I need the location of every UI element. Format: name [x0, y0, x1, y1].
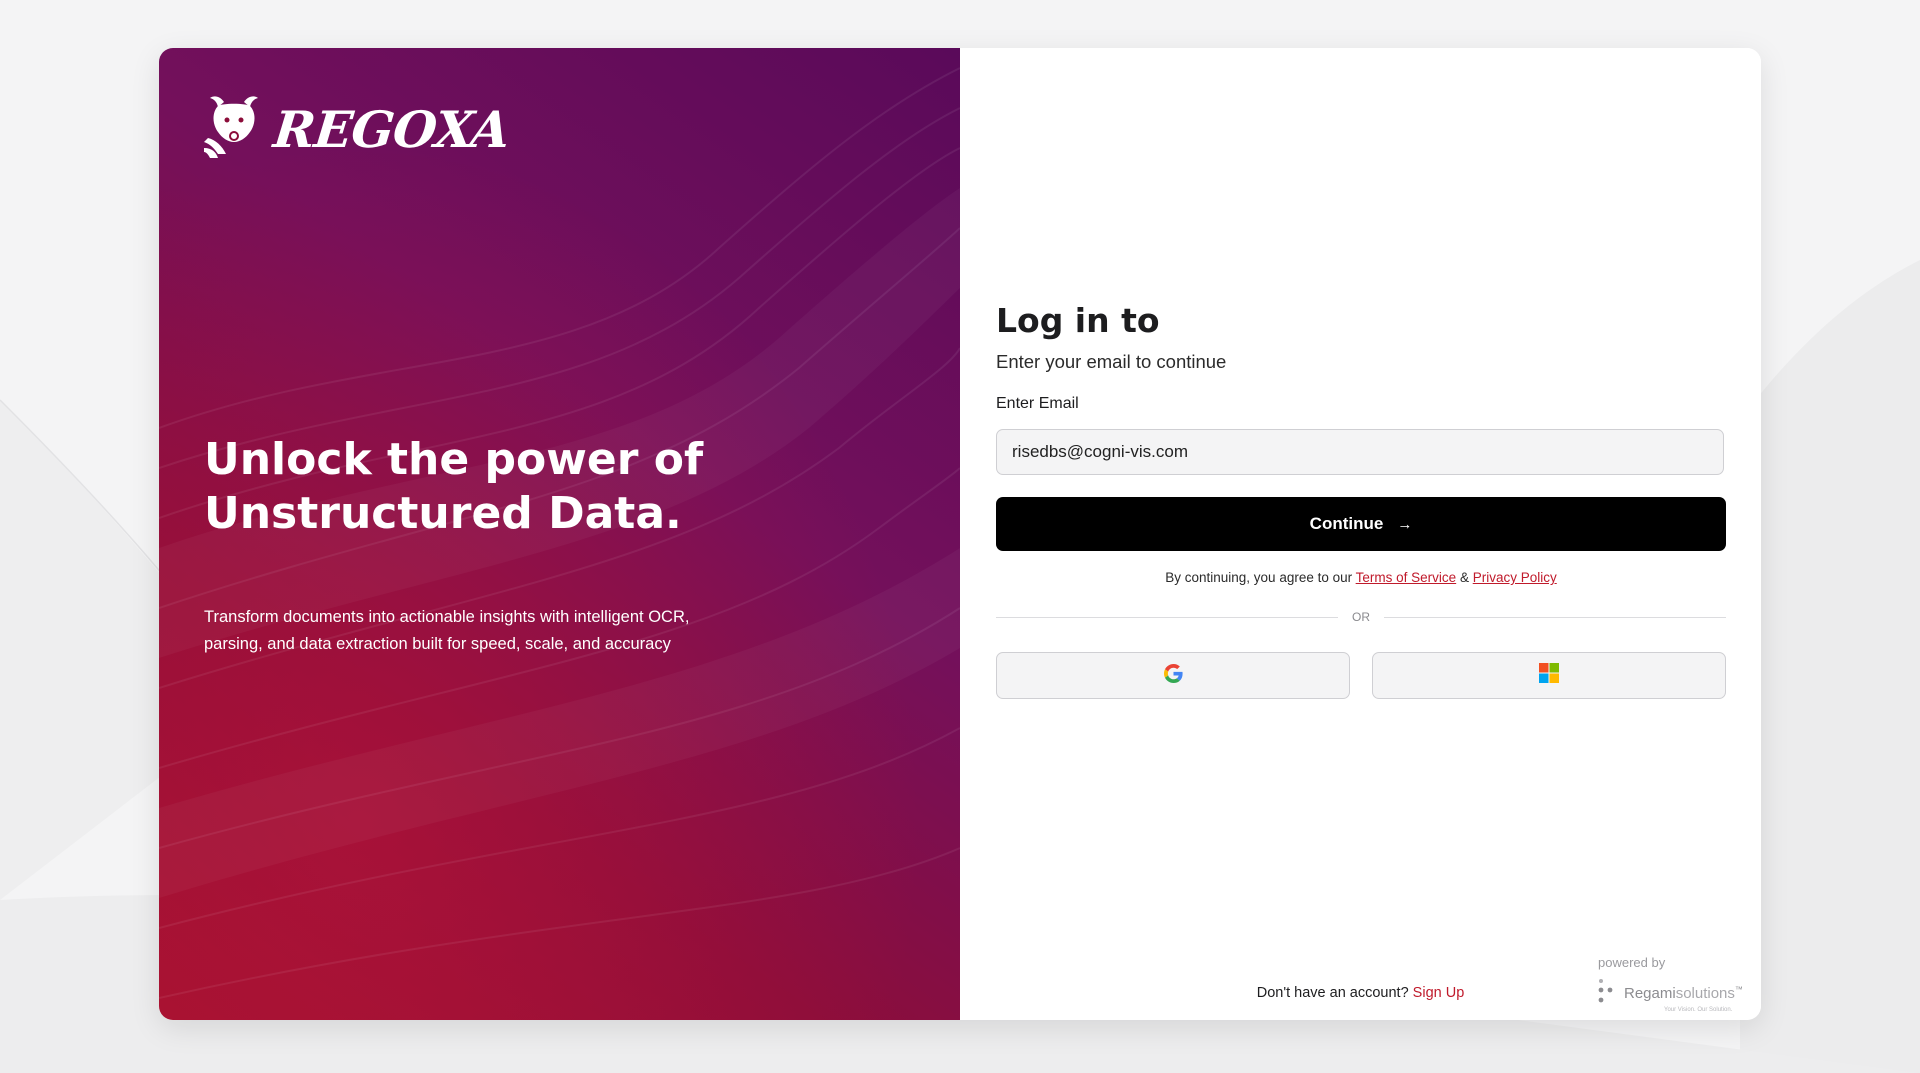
divider-line-right — [1384, 616, 1726, 618]
login-form-panel: Log in to Enter your email to continue E… — [960, 48, 1761, 1020]
hero-description-line1: Transform documents into actionable insi… — [204, 608, 690, 626]
terms-of-service-link[interactable]: Terms of Service — [1356, 570, 1457, 585]
continue-button[interactable]: Continue → — [996, 497, 1726, 551]
powered-by-badge: powered by Regamisolutions™ Your Vision.… — [1598, 955, 1748, 1013]
email-label: Enter Email — [996, 395, 1079, 412]
vendor-logo: Regamisolutions™ — [1598, 978, 1748, 1009]
social-login-group — [996, 652, 1726, 699]
hero-headline-line2: Unstructured Data. — [204, 488, 682, 539]
brand-logo-text: REGOXA — [270, 99, 512, 159]
terms-prefix: By continuing, you agree to our — [1165, 570, 1353, 585]
terms-ampersand: & — [1459, 570, 1469, 585]
or-divider: OR — [996, 610, 1726, 624]
vendor-name-bold: Regami — [1624, 985, 1676, 1002]
hero-panel: REGOXA Unlock the power of Unstructured … — [159, 48, 960, 1020]
page-title: Log in to — [996, 301, 1160, 340]
hero-description-line2: parsing, and data extraction built for s… — [204, 635, 671, 653]
email-field[interactable] — [996, 429, 1724, 475]
form-subtitle: Enter your email to continue — [996, 351, 1227, 372]
arrow-right-icon: → — [1397, 515, 1413, 533]
microsoft-login-button[interactable] — [1372, 652, 1726, 699]
divider-line-left — [996, 616, 1338, 618]
privacy-policy-link[interactable]: Privacy Policy — [1473, 570, 1557, 585]
hero-headline: Unlock the power of Unstructured Data. — [204, 433, 904, 541]
microsoft-icon — [1539, 663, 1559, 688]
dots-icon — [1598, 978, 1616, 1009]
bull-icon — [204, 94, 266, 165]
terms-notice: By continuing, you agree to our Terms of… — [996, 570, 1726, 585]
sign-up-link[interactable]: Sign Up — [1413, 985, 1465, 1001]
vendor-name: Regamisolutions™ — [1624, 985, 1743, 1002]
vendor-name-light: solutions — [1675, 985, 1735, 1002]
brand-logo: REGOXA — [204, 94, 512, 165]
login-card: REGOXA Unlock the power of Unstructured … — [159, 48, 1761, 1020]
login-form: Log in to Enter your email to continue E… — [996, 301, 1726, 699]
powered-by-label: powered by — [1598, 955, 1666, 970]
google-icon — [1163, 663, 1183, 688]
signup-prompt-text: Don't have an account? — [1256, 985, 1409, 1001]
vendor-trademark: ™ — [1734, 985, 1743, 994]
divider-text: OR — [1352, 610, 1370, 624]
vendor-tagline: Your Vision. Our Solution. — [1664, 1007, 1733, 1013]
hero-headline-line1: Unlock the power of — [204, 434, 704, 485]
hero-description: Transform documents into actionable insi… — [204, 604, 804, 658]
google-login-button[interactable] — [996, 652, 1350, 699]
continue-button-label: Continue — [1309, 514, 1384, 533]
